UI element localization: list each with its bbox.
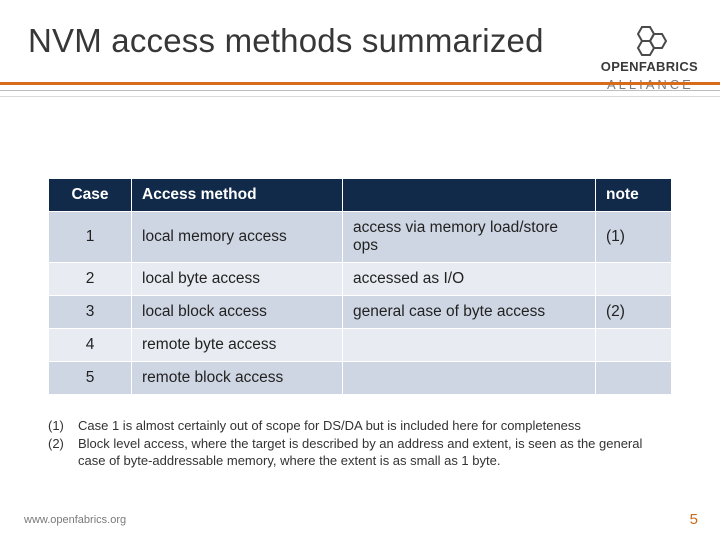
col-note: note bbox=[596, 179, 672, 212]
cell-method: remote byte access bbox=[132, 329, 343, 362]
footnote: (1) Case 1 is almost certainly out of sc… bbox=[48, 418, 672, 434]
table-row: 2 local byte access accessed as I/O bbox=[49, 263, 672, 296]
table-row: 3 local block access general case of byt… bbox=[49, 296, 672, 329]
footnote-text: Block level access, where the target is … bbox=[78, 436, 672, 469]
footnote-text: Case 1 is almost certainly out of scope … bbox=[78, 418, 672, 434]
hexagons-icon bbox=[622, 24, 676, 58]
cell-desc: accessed as I/O bbox=[343, 263, 596, 296]
footer-url: www.openfabrics.org bbox=[24, 514, 126, 526]
footnotes: (1) Case 1 is almost certainly out of sc… bbox=[48, 418, 672, 471]
cell-note: (1) bbox=[596, 212, 672, 263]
brand-line1: OPENFABRICS bbox=[601, 59, 698, 74]
cell-case: 2 bbox=[49, 263, 132, 296]
cell-desc: access via memory load/store ops bbox=[343, 212, 596, 263]
cell-method: remote block access bbox=[132, 362, 343, 395]
cell-desc bbox=[343, 329, 596, 362]
access-methods-table: Case Access method note 1 local memory a… bbox=[48, 178, 672, 395]
footnote-num: (2) bbox=[48, 436, 78, 469]
page-title: NVM access methods summarized bbox=[28, 22, 544, 60]
col-method: Access method bbox=[132, 179, 343, 212]
cell-method: local memory access bbox=[132, 212, 343, 263]
cell-case: 1 bbox=[49, 212, 132, 263]
cell-note bbox=[596, 362, 672, 395]
cell-note: (2) bbox=[596, 296, 672, 329]
page-number: 5 bbox=[690, 511, 698, 528]
footnote-num: (1) bbox=[48, 418, 78, 434]
cell-note bbox=[596, 263, 672, 296]
cell-desc: general case of byte access bbox=[343, 296, 596, 329]
slide: NVM access methods summarized OPENFABRIC… bbox=[0, 0, 720, 540]
table-row: 5 remote block access bbox=[49, 362, 672, 395]
footnote: (2) Block level access, where the target… bbox=[48, 436, 672, 469]
cell-desc bbox=[343, 362, 596, 395]
cell-case: 4 bbox=[49, 329, 132, 362]
cell-case: 5 bbox=[49, 362, 132, 395]
cell-case: 3 bbox=[49, 296, 132, 329]
table-row: 1 local memory access access via memory … bbox=[49, 212, 672, 263]
col-desc bbox=[343, 179, 596, 212]
col-case: Case bbox=[49, 179, 132, 212]
header-divider bbox=[0, 82, 720, 112]
table-row: 4 remote byte access bbox=[49, 329, 672, 362]
cell-method: local byte access bbox=[132, 263, 343, 296]
cell-note bbox=[596, 329, 672, 362]
table-header-row: Case Access method note bbox=[49, 179, 672, 212]
cell-method: local block access bbox=[132, 296, 343, 329]
